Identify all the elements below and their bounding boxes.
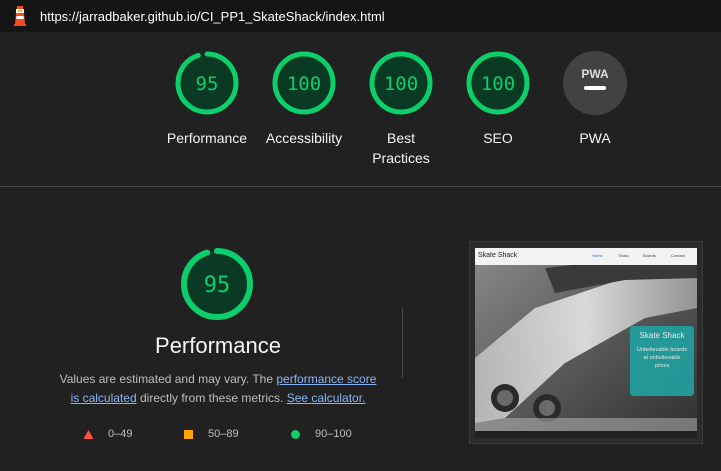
see-calculator-link[interactable]: See calculator. <box>287 391 366 405</box>
accessibility-label: Accessibility <box>265 130 343 146</box>
legend-pass-range: 90–100 <box>315 428 352 440</box>
best-practices-score: 100 <box>384 73 418 95</box>
lighthouse-logo-icon <box>14 6 26 26</box>
performance-title: Performance <box>155 333 281 358</box>
best-practices-label-line2: Practices <box>372 150 430 166</box>
screenshot-hero-card: Skate Shack Unbelievable boards at unbel… <box>630 326 694 396</box>
fail-triangle-icon <box>83 429 94 439</box>
gauge-best-practices[interactable]: 100 Best Practices <box>351 51 451 168</box>
score-gauges-row: 95 Performance 100 Accessibility 100 Bes… <box>0 32 721 186</box>
score-scale-legend: 0–49 50–89 90–100 <box>80 428 380 442</box>
final-screenshot[interactable]: Skate Shack Home Tricks Boards Contact S… <box>469 241 703 444</box>
screenshot-nav-contact: Contact <box>671 253 685 258</box>
screenshot-navbar: Skate Shack Home Tricks Boards Contact <box>475 248 697 265</box>
accessibility-score: 100 <box>287 73 321 95</box>
vertical-separator <box>402 308 403 378</box>
accessibility-gauge-icon: 100 <box>272 51 336 115</box>
gauge-accessibility[interactable]: 100 Accessibility <box>254 51 354 148</box>
screenshot-card-title: Skate Shack <box>639 331 685 340</box>
screenshot-page: Skate Shack Home Tricks Boards Contact S… <box>475 248 697 438</box>
gauge-performance[interactable]: 95 Performance <box>157 51 257 148</box>
desc-mid: directly from these metrics. <box>136 391 287 405</box>
performance-large-gauge-icon: 95 <box>181 248 253 320</box>
performance-label: Performance <box>166 130 248 146</box>
gauge-seo[interactable]: 100 SEO <box>448 51 548 148</box>
section-divider <box>0 186 721 187</box>
performance-score: 95 <box>196 73 219 95</box>
average-square-icon <box>184 429 193 439</box>
pass-circle-icon <box>291 429 300 439</box>
best-practices-label-line1: Best <box>386 130 415 146</box>
legend-average: 50–89 <box>183 428 239 440</box>
seo-label: SEO <box>483 130 513 146</box>
is-calculated-link[interactable]: is calculated <box>71 391 137 405</box>
performance-gauge-icon: 95 <box>175 51 239 115</box>
seo-gauge-icon: 100 <box>466 51 530 115</box>
legend-pass: 90–100 <box>290 428 352 440</box>
screenshot-brand: Skate Shack <box>478 252 518 259</box>
screenshot-footer <box>475 431 697 438</box>
seo-score: 100 <box>481 73 515 95</box>
page-url[interactable]: https://jarradbaker.github.io/CI_PP1_Ska… <box>40 9 385 24</box>
screenshot-nav-boards: Boards <box>643 253 656 258</box>
top-bar: https://jarradbaker.github.io/CI_PP1_Ska… <box>0 0 721 32</box>
legend-fail: 0–49 <box>83 428 132 440</box>
legend-average-range: 50–89 <box>208 428 239 440</box>
performance-score-link[interactable]: performance score <box>276 372 376 386</box>
screenshot-nav-home: Home <box>592 253 603 258</box>
screenshot-card-text: Unbelievable boards at unbelievable pric… <box>636 347 688 369</box>
gauge-pwa[interactable]: PWA PWA <box>545 51 645 148</box>
best-practices-gauge-icon: 100 <box>369 51 433 115</box>
best-practices-label: Best Practices <box>351 128 451 168</box>
performance-large-score: 95 <box>204 273 231 298</box>
pwa-badge-icon: PWA <box>563 51 627 115</box>
pwa-label: PWA <box>579 130 611 146</box>
legend-fail-range: 0–49 <box>108 428 133 440</box>
screenshot-nav-tricks: Tricks <box>618 253 629 258</box>
desc-prefix: Values are estimated and may vary. The <box>59 372 277 386</box>
performance-description: Values are estimated and may vary. The p… <box>50 370 386 408</box>
pwa-badge-text: PWA <box>581 67 609 81</box>
